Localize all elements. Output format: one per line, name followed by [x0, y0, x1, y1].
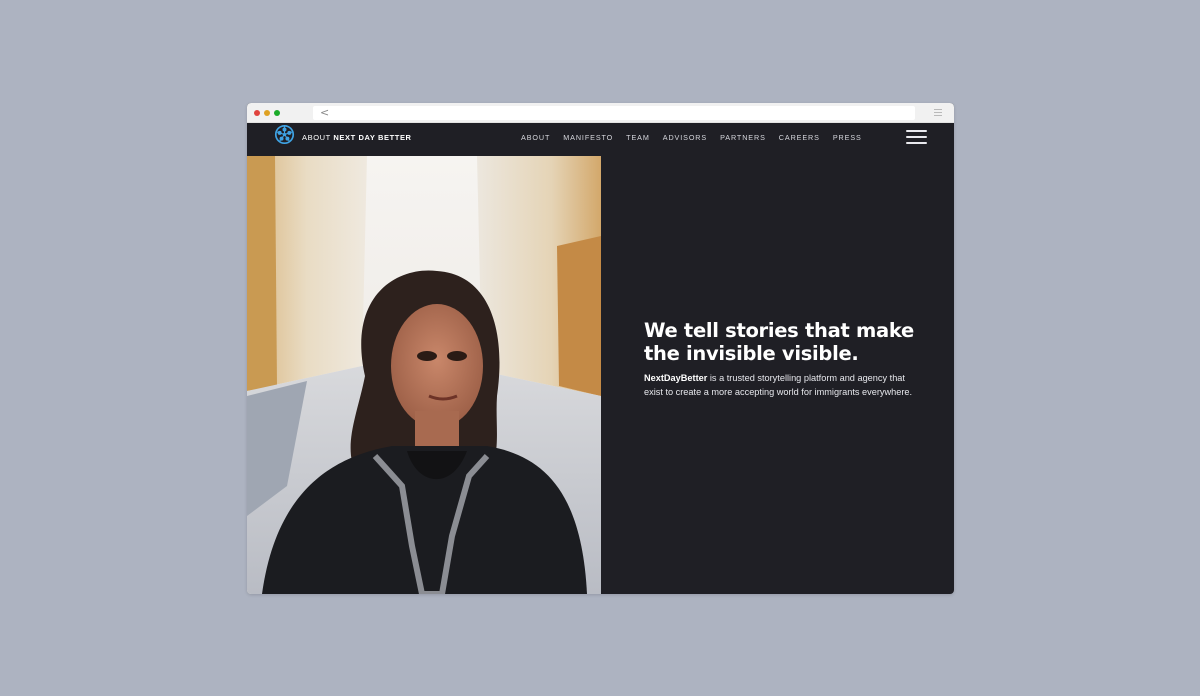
- nav-item-team[interactable]: TEAM: [626, 133, 650, 142]
- close-window-button[interactable]: [254, 110, 260, 116]
- site-brand[interactable]: ABOUT NEXT DAY BETTER: [302, 133, 412, 142]
- nav-item-careers[interactable]: CAREERS: [779, 133, 820, 142]
- hero-photo: [247, 156, 601, 594]
- film-reel-icon[interactable]: [274, 124, 295, 145]
- brand-name: NEXT DAY BETTER: [333, 133, 412, 142]
- chevron-left-icon[interactable]: <: [320, 106, 329, 119]
- hero-text-block: We tell stories that make the invisible …: [644, 319, 924, 399]
- address-bar[interactable]: [313, 106, 915, 120]
- maximize-window-button[interactable]: [274, 110, 280, 116]
- nav-item-advisors[interactable]: ADVISORS: [663, 133, 707, 142]
- nav-item-press[interactable]: PRESS: [833, 133, 862, 142]
- nav-item-manifesto[interactable]: MANIFESTO: [563, 133, 613, 142]
- menu-icon[interactable]: [934, 109, 942, 116]
- main-nav: ABOUT MANIFESTO TEAM ADVISORS PARTNERS C…: [521, 133, 875, 142]
- hero-brand-inline: NextDayBetter: [644, 373, 708, 383]
- browser-window: < ABOUT NEXT DAY BETTER ABOUT MANIFESTO …: [247, 103, 954, 594]
- brand-prefix: ABOUT: [302, 133, 331, 142]
- hamburger-menu-icon[interactable]: [906, 130, 927, 144]
- nav-item-partners[interactable]: PARTNERS: [720, 133, 766, 142]
- minimize-window-button[interactable]: [264, 110, 270, 116]
- site-navbar: ABOUT NEXT DAY BETTER ABOUT MANIFESTO TE…: [247, 123, 954, 156]
- nav-item-about[interactable]: ABOUT: [521, 133, 550, 142]
- browser-chrome: <: [247, 103, 954, 123]
- hero-description: NextDayBetter is a trusted storytelling …: [644, 371, 924, 399]
- hero-headline: We tell stories that make the invisible …: [644, 319, 914, 365]
